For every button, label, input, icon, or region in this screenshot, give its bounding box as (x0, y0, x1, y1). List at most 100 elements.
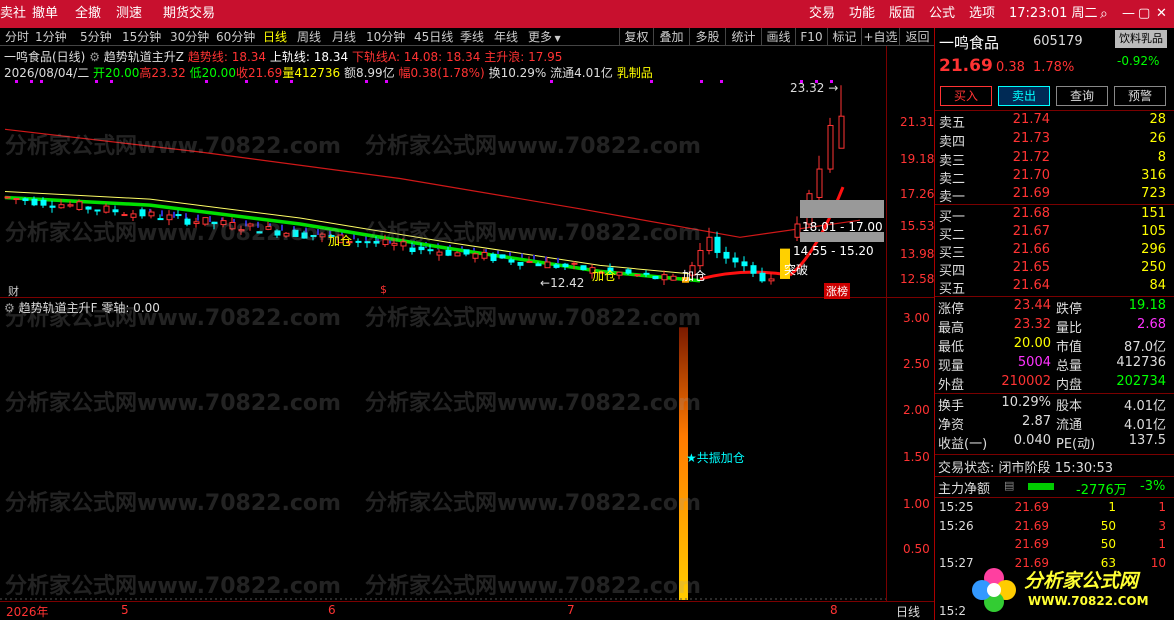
candlestick-chart[interactable] (0, 80, 886, 296)
buy-button[interactable]: 买入 (940, 86, 992, 106)
menu-item-cancel-all[interactable]: 全撤 (75, 0, 101, 28)
watermark: 分析家公式网www.70822.com (5, 134, 341, 159)
tab-timeframe-quarterly[interactable]: 季线 (460, 28, 484, 46)
statistics-button[interactable]: 统计 (725, 28, 761, 46)
fuquan-button[interactable]: 复权 (619, 28, 653, 46)
bid-label: 买一 (939, 210, 966, 225)
chart-icon[interactable]: ▤ (1004, 479, 1014, 492)
menu-item-sell-short[interactable]: 卖社 (0, 0, 26, 28)
ask-price[interactable]: 21.72 (990, 150, 1050, 165)
menu-item-speed-test[interactable]: 测速 (116, 0, 142, 28)
period-label[interactable]: 日线 (896, 603, 920, 620)
multi-stock-button[interactable]: 多股 (689, 28, 725, 46)
tab-timeframe-60min[interactable]: 60分钟 (216, 28, 255, 46)
bid-price[interactable]: 21.68 (990, 206, 1050, 221)
ask-price[interactable]: 21.69 (990, 186, 1050, 201)
candle-body (652, 275, 659, 280)
tab-timeframe-monthly[interactable]: 月线 (332, 28, 356, 46)
candle-body (445, 249, 452, 256)
divider (935, 454, 1174, 455)
watermark: 分析家公式网www.70822.com (5, 306, 341, 331)
amount-label: 额8.99亿 (343, 66, 395, 80)
event-marker[interactable]: $ (380, 283, 387, 296)
stat-label: 股本 (1056, 399, 1083, 414)
menu-item-function[interactable]: 功能 (849, 0, 875, 28)
back-button[interactable]: 返回 (899, 28, 935, 46)
search-icon[interactable]: ⌕ (1100, 0, 1108, 28)
tab-timeframe-more[interactable]: 更多 ▼ (528, 28, 561, 46)
ask-price[interactable]: 21.70 (990, 168, 1050, 183)
trade-status-value: 闭市阶段 (998, 461, 1051, 476)
candle-body (40, 199, 47, 206)
bid-price[interactable]: 21.65 (990, 260, 1050, 275)
candle-body (67, 204, 74, 207)
tab-timeframe-1min[interactable]: 1分钟 (35, 28, 67, 46)
tab-timeframe-yearly[interactable]: 年线 (494, 28, 518, 46)
trade-status-time: 15:30:53 (1054, 461, 1114, 476)
tick-time: 15:26 (939, 519, 974, 533)
menu-item-cancel[interactable]: 撤单 (32, 0, 58, 28)
ask-volume: 8 (1157, 150, 1166, 165)
tab-timeframe-45day[interactable]: 45日线 (414, 28, 453, 46)
close-icon[interactable]: ✕ (1156, 0, 1167, 28)
candle-body (499, 254, 506, 259)
stat-label: 总量 (1056, 359, 1083, 374)
sell-button[interactable]: 卖出 (998, 86, 1050, 106)
subchart[interactable] (0, 312, 886, 600)
main-net-pct: -3% (1140, 479, 1166, 494)
candle-body (580, 265, 587, 270)
stat-label: 跌停 (1056, 302, 1083, 317)
signal-dot (205, 80, 208, 83)
stat-label: PE(动) (1056, 437, 1096, 452)
bid-price[interactable]: 21.67 (990, 224, 1050, 239)
menu-item-layout[interactable]: 版面 (889, 0, 915, 28)
candle-body (490, 253, 497, 262)
bid-volume: 84 (1149, 278, 1166, 293)
menu-item-formula[interactable]: 公式 (929, 0, 955, 28)
chart-title: 一鸣食品(日线) ⚙ 趋势轨道主升Z 趋势线: 18.34 上轨线: 18.34… (4, 48, 562, 65)
draw-line-button[interactable]: 画线 (761, 28, 795, 46)
query-button[interactable]: 查询 (1056, 86, 1108, 106)
divider (935, 110, 1174, 111)
tab-timeframe-15min[interactable]: 15分钟 (122, 28, 161, 46)
limit-up-marker[interactable]: 涨榜 (824, 283, 850, 299)
indicator-name: 趋势轨道主升Z (103, 50, 185, 64)
alert-button[interactable]: 预警 (1114, 86, 1166, 106)
menu-item-trade[interactable]: 交易 (809, 0, 835, 28)
tab-timeframe-10min[interactable]: 10分钟 (366, 28, 405, 46)
flower-logo-icon (972, 568, 1016, 612)
tab-timeframe-fenshi[interactable]: 分时 (5, 28, 29, 46)
tab-timeframe-5min[interactable]: 5分钟 (80, 28, 112, 46)
bid-price[interactable]: 21.64 (990, 278, 1050, 293)
finance-marker[interactable]: 财 (8, 283, 19, 299)
bid-price[interactable]: 21.66 (990, 242, 1050, 257)
overlay-button[interactable]: 叠加 (653, 28, 689, 46)
f10-button[interactable]: F10 (795, 28, 827, 46)
tab-timeframe-weekly[interactable]: 周线 (297, 28, 321, 46)
watermark: 分析家公式网www.70822.com (365, 306, 701, 331)
minimize-icon[interactable]: — (1122, 0, 1135, 28)
tab-timeframe-30min[interactable]: 30分钟 (170, 28, 209, 46)
sub-tick: 0.50 (903, 542, 930, 556)
stat-value: 4.01亿 (1124, 418, 1166, 433)
signal-dot (15, 80, 18, 83)
candle-body (13, 198, 20, 201)
menu-item-futures[interactable]: 期货交易 (163, 0, 215, 28)
stat-value: 202734 (1116, 374, 1166, 389)
maximize-icon[interactable]: ▢ (1138, 0, 1150, 28)
menu-item-options[interactable]: 选项 (969, 0, 995, 28)
mark-button[interactable]: 标记 (827, 28, 861, 46)
candle-body (463, 249, 470, 255)
add-watchlist-button[interactable]: +自选 (861, 28, 899, 46)
clock: 17:23:01 周二 (1009, 6, 1098, 21)
ask-price[interactable]: 21.73 (990, 131, 1050, 146)
ask-price[interactable]: 21.74 (990, 112, 1050, 127)
candle-body (838, 115, 845, 149)
low-annotation: ←12.42 (540, 276, 585, 290)
candle-body (571, 262, 578, 265)
candle-body (526, 260, 533, 263)
sector-tag[interactable]: 饮料乳品 (1115, 30, 1167, 48)
main-rise-line (699, 270, 791, 281)
tab-timeframe-daily[interactable]: 日线 (263, 28, 287, 46)
settings-icon[interactable]: ⚙ (89, 50, 100, 64)
